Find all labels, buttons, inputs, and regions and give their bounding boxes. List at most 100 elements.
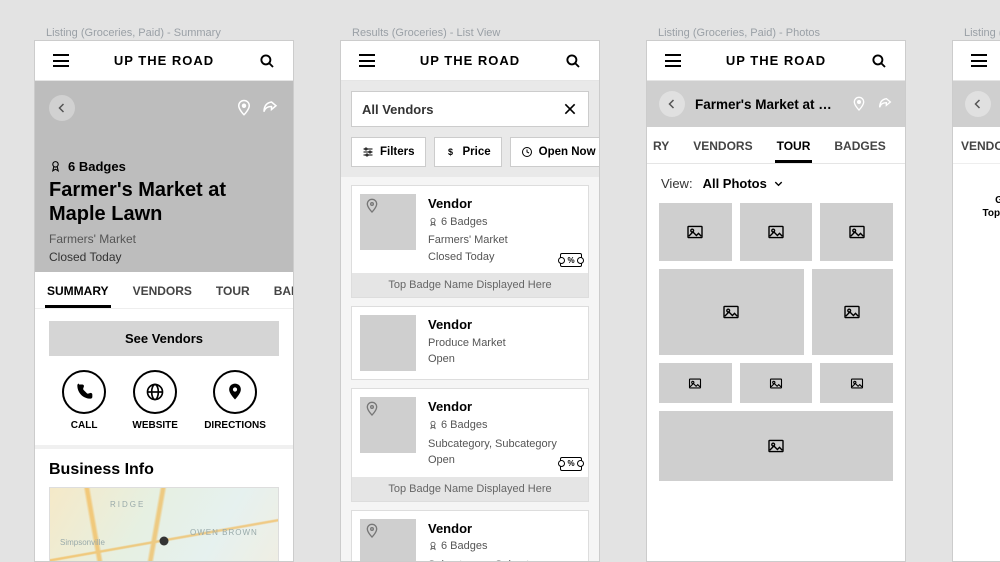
vendor-category: Subcategory, Subcategory [428, 557, 557, 561]
vendor-pill-label: LF [967, 270, 1000, 296]
view-dropdown[interactable]: All Photos [703, 176, 784, 191]
app-header: UP THE ROAD [35, 41, 293, 81]
vendor-status: Open [428, 351, 506, 368]
share-icon[interactable] [261, 99, 279, 117]
photo-placeholder[interactable] [659, 203, 732, 261]
results-list: Vendor 6 Badges Farmers' Market Closed T… [341, 177, 599, 561]
listing-hero: 6 Badges Farmer's Market at Maple Lawn F… [35, 81, 293, 272]
app-header: UP THE ROAD [647, 41, 905, 81]
phone-frame-photos: UP THE ROAD Farmer's Market at Maple L..… [646, 40, 906, 562]
business-info-title: Business Info [49, 461, 279, 479]
map-label: RIDGE [110, 500, 145, 509]
directions-button[interactable]: DIRECTIONS [204, 370, 266, 431]
tab-vendors-clipped[interactable]: VENDO [953, 127, 1000, 163]
back-button[interactable] [49, 95, 75, 121]
call-button[interactable]: CALL [62, 370, 106, 431]
brand-title: UP THE ROAD [420, 53, 520, 68]
vendor-thumbnail [360, 315, 416, 371]
vendor-badges: 6 Badges [428, 538, 487, 555]
photo-placeholder[interactable] [659, 411, 893, 481]
tab-about-clipped[interactable]: ABO [898, 127, 905, 163]
directions-label: DIRECTIONS [204, 420, 266, 431]
menu-button[interactable] [355, 49, 379, 73]
svg-text:$: $ [448, 147, 453, 157]
call-label: CALL [71, 420, 98, 431]
vendor-status: Closed Today [428, 249, 508, 266]
view-value: All Photos [703, 176, 767, 191]
tab-badges[interactable]: BADGES [262, 272, 293, 308]
photo-placeholder[interactable] [820, 203, 893, 261]
photo-placeholder[interactable] [740, 203, 813, 261]
listing-tabs: RY VENDORS TOUR BADGES ABO [647, 127, 905, 164]
tab-badges[interactable]: BADGES [822, 127, 897, 163]
vendor-pill-label: GoTop F [967, 194, 1000, 220]
vendor-category: Produce Market [428, 335, 506, 352]
photo-placeholder[interactable] [740, 363, 813, 403]
tab-tour[interactable]: TOUR [204, 272, 262, 308]
price-chip[interactable]: $ Price [434, 137, 502, 167]
menu-button[interactable] [49, 49, 73, 73]
list-item[interactable]: Vendor 6 Badges Subcategory, Subcategory… [351, 510, 589, 562]
menu-button[interactable] [661, 49, 685, 73]
vendor-thumbnail [360, 397, 416, 453]
vendor-name: Vendor [428, 519, 557, 539]
open-now-chip[interactable]: Open Now [510, 137, 599, 167]
filters-chip[interactable]: Filters [351, 137, 426, 167]
map-preview[interactable]: RIDGE Simpsonville OWEN BROWN [49, 487, 279, 561]
search-input[interactable]: All Vendors [351, 91, 589, 127]
search-button[interactable] [867, 49, 891, 73]
vendor-name: Vendor [428, 194, 508, 214]
photo-placeholder[interactable] [659, 363, 732, 403]
vendor-name: Vendor [428, 397, 557, 417]
photo-placeholder[interactable] [820, 363, 893, 403]
list-item[interactable]: Vendor 6 Badges Subcategory, Subcategory… [351, 388, 589, 501]
chip-label: Filters [380, 146, 415, 158]
coupon-icon: % [560, 457, 582, 471]
photo-placeholder[interactable] [812, 269, 893, 355]
website-label: WEBSITE [132, 420, 178, 431]
back-button[interactable] [659, 91, 685, 117]
screen-label: Listing (Groceries, Paid) - Summary [34, 0, 294, 40]
save-pin-icon[interactable] [235, 99, 253, 117]
clear-search-icon[interactable] [562, 101, 578, 117]
tab-summary[interactable]: SUMMARY [35, 272, 121, 308]
divider [35, 445, 293, 449]
phone-frame-results: UP THE ROAD All Vendors Filters $ Price … [340, 40, 600, 562]
chevron-down-icon [773, 178, 784, 189]
badges-count-text: 6 Badges [68, 159, 126, 174]
vendor-badges: 6 Badges [428, 417, 487, 434]
list-item[interactable]: Vendor 6 Badges Farmers' Market Closed T… [351, 185, 589, 298]
chip-label: Price [463, 146, 491, 158]
tab-vendors[interactable]: VENDORS [121, 272, 204, 308]
brand-title: UP THE ROAD [726, 53, 826, 68]
vendor-category: Subcategory, Subcategory [428, 436, 557, 453]
listing-hero-slim [953, 81, 1000, 127]
app-header: UP THE ROAD [341, 41, 599, 81]
filter-chips: Filters $ Price Open Now Has [341, 137, 599, 177]
photo-placeholder[interactable] [659, 269, 804, 355]
back-button[interactable] [965, 91, 991, 117]
list-item[interactable]: Vendor Produce Market Open [351, 306, 589, 380]
tab-summary-clipped[interactable]: RY [647, 127, 681, 163]
tab-tour[interactable]: TOUR [765, 127, 823, 163]
share-icon[interactable] [877, 96, 893, 112]
search-button[interactable] [255, 49, 279, 73]
brand-title: UP THE ROAD [114, 53, 214, 68]
map-label: Simpsonville [60, 538, 105, 547]
vendor-thumbnail [360, 194, 416, 250]
map-label: OWEN BROWN [190, 528, 258, 537]
see-vendors-button[interactable]: See Vendors [49, 321, 279, 356]
vendor-status: Open [428, 452, 557, 469]
screen-label: Results (Groceries) - List View [340, 0, 600, 40]
save-pin-icon[interactable] [851, 96, 867, 112]
photo-gallery [647, 203, 905, 493]
listing-category: Farmers' Market [49, 232, 279, 246]
vendor-badges: 6 Badges [428, 214, 487, 231]
badges-count: 6 Badges [49, 159, 279, 174]
view-label: View: [661, 176, 693, 191]
website-button[interactable]: WEBSITE [132, 370, 178, 431]
search-button[interactable] [561, 49, 585, 73]
coupon-icon: % [560, 253, 582, 267]
tab-vendors[interactable]: VENDORS [681, 127, 764, 163]
menu-button[interactable] [967, 49, 991, 73]
